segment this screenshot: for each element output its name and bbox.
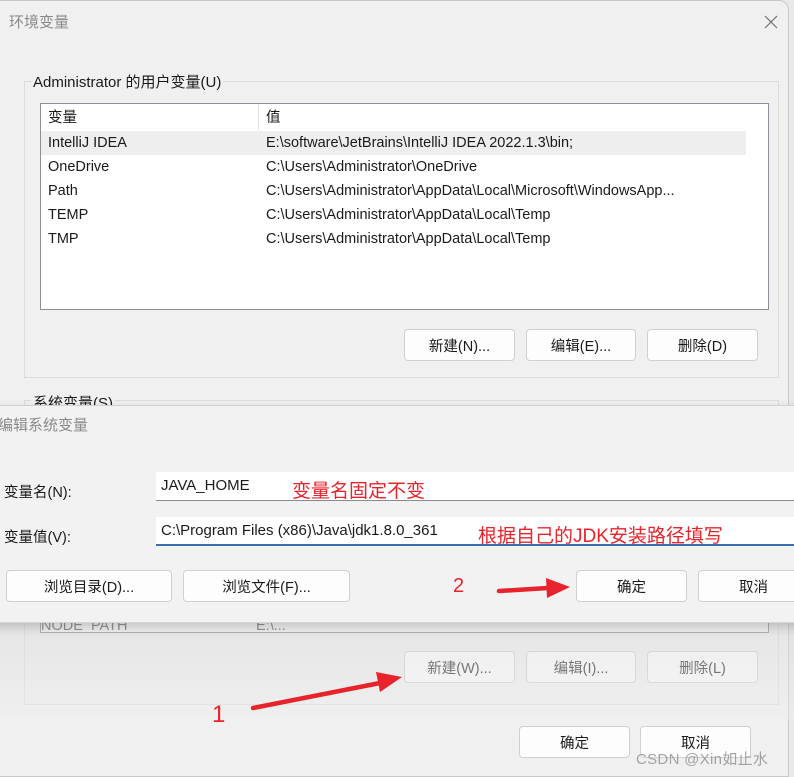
table-row[interactable]: IntelliJ IDEA E:\software\JetBrains\Inte… [41, 131, 746, 155]
system-edit-button[interactable]: 编辑(I)... [526, 651, 636, 683]
user-new-button[interactable]: 新建(N)... [404, 329, 515, 361]
variable-value: C:\Users\Administrator\AppData\Local\Tem… [266, 207, 551, 223]
dialog-cancel-button[interactable]: 取消 [698, 570, 794, 602]
edit-system-variable-dialog: 编辑系统变量 变量名(N): JAVA_HOME 变量值(V): C:\Prog… [0, 405, 794, 623]
variable-name: TEMP [48, 207, 89, 223]
system-new-button[interactable]: 新建(W)... [404, 651, 515, 683]
name-annotation: 变量名固定不变 [292, 481, 426, 502]
column-header-value[interactable]: 值 [259, 104, 281, 130]
user-variables-label: Administrator 的用户变量(U) [31, 71, 224, 92]
value-annotation: 根据自己的JDK安装路径填写 [478, 526, 723, 547]
browse-file-button[interactable]: 浏览文件(F)... [183, 570, 350, 602]
list-header: 变量 值 [41, 104, 768, 130]
variable-name: TMP [48, 231, 79, 247]
table-row[interactable]: Path C:\Users\Administrator\AppData\Loca… [41, 179, 746, 203]
variable-name: Path [48, 183, 78, 199]
variable-value: C:\Users\Administrator\AppData\Local\Mic… [266, 183, 675, 199]
table-row[interactable]: TEMP C:\Users\Administrator\AppData\Loca… [41, 203, 746, 227]
step-1-label: 1 [212, 701, 226, 728]
user-delete-button[interactable]: 删除(D) [647, 329, 758, 361]
variable-name-label: 变量名(N): [4, 485, 72, 501]
variable-value: C:\Users\Administrator\AppData\Local\Tem… [266, 231, 551, 247]
window-title: 环境变量 [9, 14, 70, 31]
close-button[interactable] [759, 11, 783, 33]
user-edit-button[interactable]: 编辑(E)... [526, 329, 636, 361]
watermark: CSDN @Xin如止水 [636, 751, 769, 768]
variable-value-label: 变量值(V): [4, 530, 71, 546]
dialog-ok-button[interactable]: 确定 [576, 570, 687, 602]
variable-name: IntelliJ IDEA [48, 135, 127, 151]
variable-name: OneDrive [48, 159, 110, 175]
variable-value: C:\Users\Administrator\OneDrive [266, 159, 478, 175]
system-delete-button[interactable]: 删除(L) [647, 651, 758, 683]
table-row[interactable]: OneDrive C:\Users\Administrator\OneDrive [41, 155, 746, 179]
env-ok-button[interactable]: 确定 [519, 726, 630, 758]
browse-directory-button[interactable]: 浏览目录(D)... [6, 570, 172, 602]
user-variables-list[interactable]: 变量 值 IntelliJ IDEA E:\software\JetBrains… [40, 103, 769, 310]
step-2-label: 2 [453, 575, 465, 597]
variable-name-input[interactable]: JAVA_HOME [156, 472, 794, 501]
close-icon [764, 15, 778, 29]
column-header-variable[interactable]: 变量 [41, 104, 259, 130]
table-row[interactable]: TMP C:\Users\Administrator\AppData\Local… [41, 227, 746, 251]
dialog-title: 编辑系统变量 [0, 417, 89, 434]
variable-value: E:\software\JetBrains\IntelliJ IDEA 2022… [266, 135, 574, 151]
